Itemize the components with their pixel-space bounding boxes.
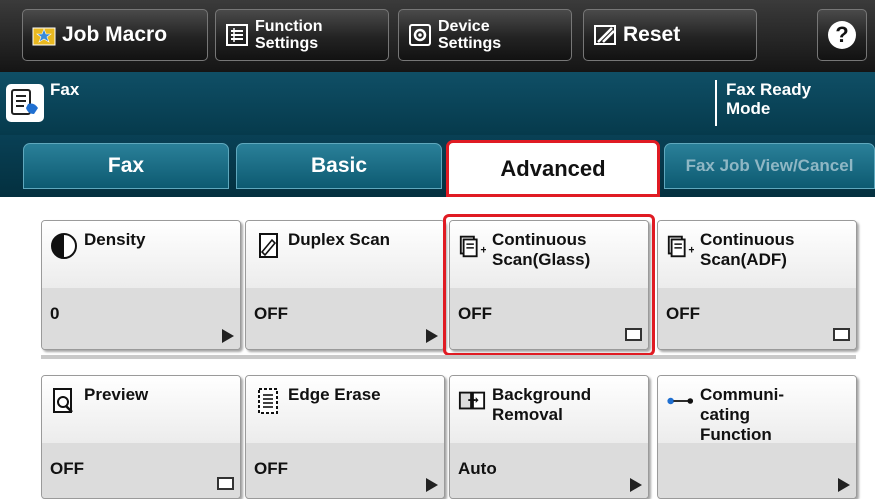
duplex-icon bbox=[254, 232, 282, 260]
help-icon: ? bbox=[826, 19, 858, 51]
tab-basic-label: Basic bbox=[310, 154, 368, 177]
setting-communicating-function[interactable]: Communi- cating Function bbox=[657, 375, 857, 499]
card-bottom bbox=[42, 288, 240, 349]
mode-divider bbox=[715, 80, 717, 126]
arrow-icon bbox=[426, 478, 438, 492]
function-settings-label: Function Settings bbox=[255, 18, 323, 52]
preview-icon bbox=[50, 387, 78, 415]
help-button[interactable]: ? bbox=[817, 9, 867, 61]
row-divider bbox=[41, 355, 856, 359]
mode-status: Fax Ready Mode bbox=[726, 80, 812, 118]
setting-name: Edge Erase bbox=[288, 385, 381, 404]
tab-fax-job-view-cancel[interactable]: Fax Job View/Cancel bbox=[664, 143, 875, 189]
gear-icon bbox=[408, 23, 432, 47]
function-settings-icon bbox=[225, 23, 249, 47]
setting-name: Density bbox=[84, 230, 146, 249]
arrow-icon bbox=[222, 329, 234, 343]
checkbox-icon bbox=[833, 328, 850, 341]
top-toolbar: Job Macro Function Settings Device Setti… bbox=[0, 0, 875, 72]
device-settings-button[interactable]: Device Settings bbox=[398, 9, 572, 61]
setting-duplex-scan[interactable]: Duplex Scan OFF bbox=[245, 220, 445, 350]
setting-value: OFF bbox=[50, 459, 84, 478]
setting-name: Continuous Scan(ADF) bbox=[700, 230, 795, 269]
setting-name: Communi- cating Function bbox=[700, 385, 785, 444]
tab-basic[interactable]: Basic bbox=[236, 143, 442, 189]
fax-icon bbox=[6, 84, 44, 122]
setting-continuous-scan-adf[interactable]: + Continuous Scan(ADF) OFF bbox=[657, 220, 857, 350]
setting-value: 0 bbox=[50, 304, 60, 323]
tab-fax-label: Fax bbox=[107, 154, 145, 177]
job-macro-button[interactable]: Job Macro bbox=[22, 9, 208, 61]
arrow-icon bbox=[426, 329, 438, 343]
setting-value: OFF bbox=[254, 304, 288, 323]
communicating-icon bbox=[666, 387, 694, 415]
setting-value: OFF bbox=[254, 459, 288, 478]
background-removal-icon bbox=[458, 387, 486, 415]
contrast-icon bbox=[50, 232, 78, 260]
setting-edge-erase[interactable]: Edge Erase OFF bbox=[245, 375, 445, 499]
arrow-icon bbox=[838, 478, 850, 492]
setting-density[interactable]: Density 0 bbox=[41, 220, 241, 350]
reset-label: Reset bbox=[623, 23, 681, 46]
setting-value: OFF bbox=[666, 304, 700, 323]
reset-icon bbox=[593, 23, 617, 47]
setting-name: Duplex Scan bbox=[288, 230, 391, 249]
setting-preview[interactable]: Preview OFF bbox=[41, 375, 241, 499]
tab-fax[interactable]: Fax bbox=[23, 143, 229, 189]
edge-erase-icon bbox=[254, 387, 282, 415]
setting-name: Background Removal bbox=[492, 385, 592, 424]
continuous-scan-icon: + bbox=[666, 232, 694, 260]
svg-text:?: ? bbox=[835, 22, 848, 47]
reset-button[interactable]: Reset bbox=[583, 9, 757, 61]
tab-advanced-label: Advanced bbox=[500, 155, 606, 181]
device-settings-label: Device Settings bbox=[438, 18, 502, 52]
arrow-icon bbox=[630, 478, 642, 492]
tab-strip: Fax Basic Advanced Fax Job View/Cancel bbox=[0, 135, 875, 197]
page-title: Fax bbox=[50, 80, 80, 99]
setting-name: Preview bbox=[84, 385, 149, 404]
card-bottom bbox=[658, 443, 856, 498]
tab-fax-job-view-label: Fax Job View/Cancel bbox=[685, 156, 854, 175]
job-macro-label: Job Macro bbox=[62, 23, 168, 46]
star-folder-icon bbox=[32, 23, 56, 47]
svg-text:+: + bbox=[688, 244, 694, 256]
title-bar: Fax Fax Ready Mode bbox=[0, 72, 875, 135]
selection-highlight bbox=[443, 214, 655, 356]
setting-background-removal[interactable]: Background Removal Auto bbox=[449, 375, 649, 499]
function-settings-button[interactable]: Function Settings bbox=[215, 9, 389, 61]
tab-advanced[interactable]: Advanced bbox=[446, 140, 660, 197]
checkbox-icon bbox=[217, 477, 234, 490]
setting-value: Auto bbox=[458, 459, 497, 478]
